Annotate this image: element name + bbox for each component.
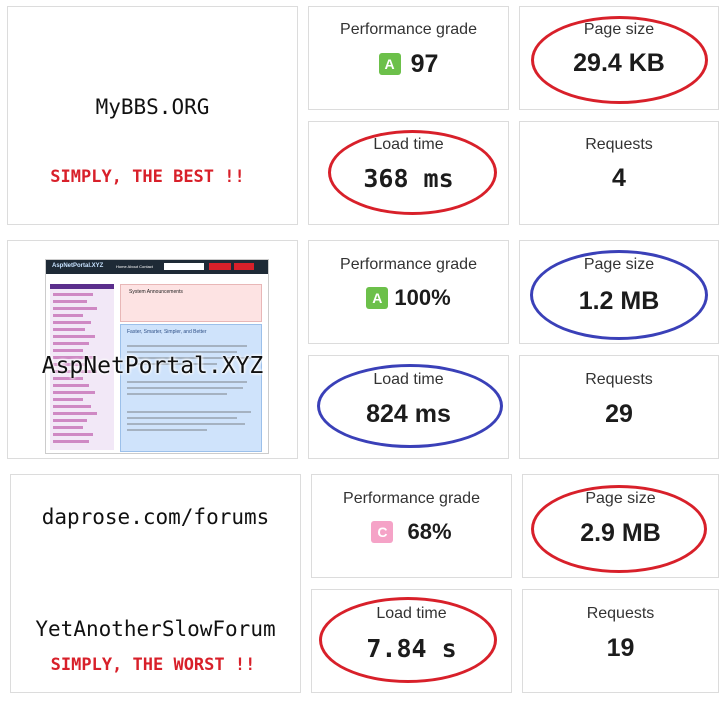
requests-label: Requests [585,371,653,388]
performance-grade-card: Performance grade C 68% [311,474,512,578]
requests-value: 29 [605,400,633,428]
performance-grade-card: Performance grade A 97 [308,6,509,110]
requests-card: Requests 19 [522,589,719,693]
performance-grade-card: Performance grade A 100% [308,240,509,344]
thumbnail-announcements: System Announcements [120,284,262,322]
grade-badge: A [366,287,389,310]
site-card-mybbs: MyBBS.ORG SIMPLY, THE BEST !! [7,6,298,225]
grade-badge: A [378,53,401,76]
performance-grade-value: A 100% [309,284,508,311]
thumbnail-login-button [234,263,254,270]
site-alt-name: YetAnotherSlowForum [35,617,276,641]
page-size-value: 2.9 MB [580,519,661,547]
load-time-value: 824 ms [366,400,451,428]
thumbnail-info-title: Faster, Smarter, Simpler, and Better [127,329,207,335]
thumbnail-info-box: Faster, Smarter, Simpler, and Better [120,324,262,452]
performance-score: 100% [394,285,451,311]
requests-label: Requests [585,136,653,153]
site-card-aspnetportal: AspNetPortal.XYZ Home About Contact Syst… [7,240,298,459]
load-time-card: Load time 368 ms [308,121,509,225]
page-size-label: Page size [583,256,655,273]
site-tagline: SIMPLY, THE WORST !! [50,655,256,675]
thumbnail-register-button [209,263,231,270]
requests-card: Requests 4 [519,121,719,225]
page-size-label: Page size [585,490,656,507]
thumbnail-search [164,263,204,270]
requests-value: 19 [606,634,635,662]
performance-grade-label: Performance grade [343,490,480,507]
thumbnail-logo: AspNetPortal.XYZ [52,263,104,269]
performance-grade-label: Performance grade [340,256,477,273]
load-time-card: Load time 824 ms [308,355,509,459]
performance-grade-value: C 68% [312,518,511,545]
page-size-card: Page size 2.9 MB [522,474,719,578]
page-size-value: 29.4 KB [573,49,665,77]
page-size-card: Page size 29.4 KB [519,6,719,110]
load-time-label: Load time [376,605,447,622]
grade-badge: C [371,521,394,544]
site-name: AspNetPortal.XYZ [41,353,264,379]
page-size-label: Page size [583,21,655,38]
load-time-value: 368 ms [363,164,454,193]
page-size-card: Page size 1.2 MB [519,240,719,344]
requests-card: Requests 29 [519,355,719,459]
thumbnail-header: AspNetPortal.XYZ Home About Contact [46,260,268,274]
site-name: daprose.com/forums [41,505,270,529]
load-time-value: 7.84 s [366,634,457,663]
site-card-daprose: daprose.com/forums YetAnotherSlowForum S… [10,474,301,693]
performance-score: 97 [410,49,439,78]
requests-value: 4 [612,164,626,192]
thumbnail-nav: Home About Contact [116,264,153,269]
thumbnail-sidebar-header [50,284,114,289]
requests-label: Requests [586,605,655,622]
performance-score: 68% [407,519,452,545]
load-time-label: Load time [373,136,444,153]
load-time-card: Load time 7.84 s [311,589,512,693]
page-size-value: 1.2 MB [578,287,660,315]
site-name: MyBBS.ORG [95,95,210,119]
performance-grade-value: A 97 [309,49,508,79]
performance-grade-label: Performance grade [340,21,477,38]
thumbnail-announcement-title: System Announcements [129,289,183,295]
site-tagline: SIMPLY, THE BEST !! [50,167,245,187]
load-time-label: Load time [373,371,444,388]
